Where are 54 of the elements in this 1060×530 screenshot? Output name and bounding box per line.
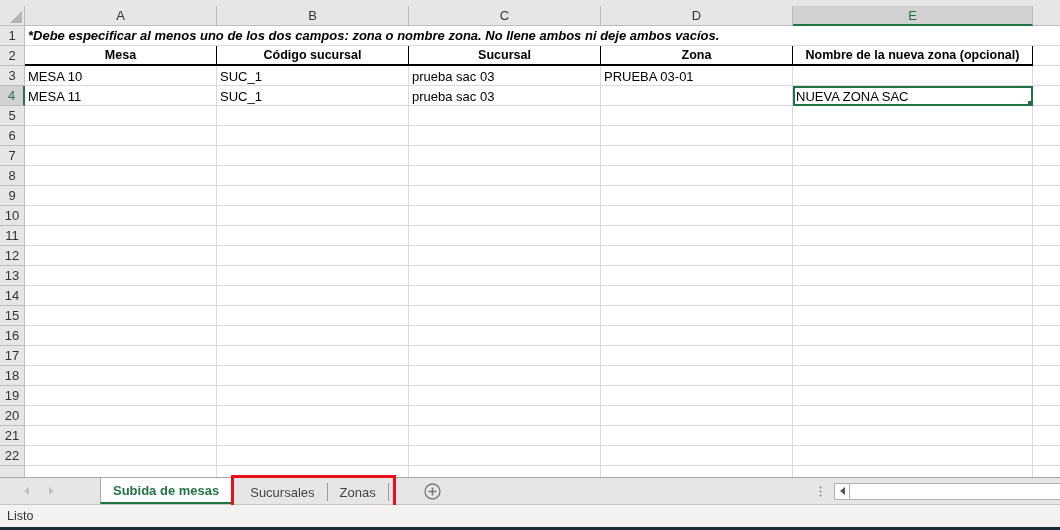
row-header[interactable]: 10 <box>0 206 25 226</box>
row-header[interactable]: 13 <box>0 266 25 286</box>
table-cell[interactable]: prueba sac 03 <box>409 86 601 106</box>
row-header[interactable]: 8 <box>0 166 25 186</box>
table-cell[interactable]: SUC_1 <box>217 66 409 86</box>
table-cell[interactable]: MESA 11 <box>25 86 217 106</box>
row-header[interactable]: 16 <box>0 326 25 346</box>
row-header[interactable]: 3 <box>0 66 25 86</box>
row-header[interactable]: 14 <box>0 286 25 306</box>
column-header[interactable]: E <box>793 6 1033 26</box>
row-header[interactable]: 18 <box>0 366 25 386</box>
select-all-corner[interactable] <box>0 6 25 26</box>
column-header[interactable]: D <box>601 6 793 26</box>
column-heading: Mesa <box>25 46 217 66</box>
active-cell[interactable]: NUEVA ZONA SAC <box>793 86 1033 106</box>
row-header[interactable]: 21 <box>0 426 25 446</box>
row-header[interactable]: 1 <box>0 26 25 46</box>
corner-triangle-icon <box>10 11 22 23</box>
row-header[interactable]: 6 <box>0 126 25 146</box>
instruction-note: *Debe especificar al menos uno de los dos campos: zona o nombre zona. No llene ambos ni deje ambos vacíos. <box>25 26 1033 46</box>
sheet-tab[interactable]: Subida de mesas <box>100 478 232 504</box>
status-text: Listo <box>7 509 34 523</box>
table-cell[interactable]: MESA 10 <box>25 66 217 86</box>
row-header[interactable]: 20 <box>0 406 25 426</box>
column-heading: Sucursal <box>409 46 601 66</box>
column-header[interactable]: A <box>25 6 217 26</box>
table-cell[interactable]: prueba sac 03 <box>409 66 601 86</box>
column-header[interactable]: C <box>409 6 601 26</box>
row-header[interactable]: 15 <box>0 306 25 326</box>
row-header[interactable]: 9 <box>0 186 25 206</box>
row-header[interactable]: 19 <box>0 386 25 406</box>
sheet-tab[interactable]: Sucursales <box>238 483 328 501</box>
row-header[interactable]: 22 <box>0 446 25 466</box>
row-header[interactable]: 7 <box>0 146 25 166</box>
row-header[interactable]: 5 <box>0 106 25 126</box>
next-sheet-icon[interactable] <box>49 487 54 495</box>
previous-sheet-icon[interactable] <box>24 487 29 495</box>
row-header[interactable]: 12 <box>0 246 25 266</box>
row-header[interactable]: 11 <box>0 226 25 246</box>
column-heading: Código sucursal <box>217 46 409 66</box>
fill-handle[interactable] <box>1028 101 1033 106</box>
horizontal-scrollbar[interactable] <box>834 482 1060 500</box>
column-heading: Zona <box>601 46 793 66</box>
scroll-left-icon[interactable] <box>839 487 845 495</box>
splitter-icon[interactable] <box>819 485 822 497</box>
row-header[interactable]: 2 <box>0 46 25 66</box>
row-header[interactable]: 4 <box>0 86 25 106</box>
table-cell[interactable]: PRUEBA 03-01 <box>601 66 793 86</box>
add-sheet-icon[interactable] <box>423 482 441 500</box>
column-header[interactable]: B <box>217 6 409 26</box>
column-heading: Nombre de la nueva zona (opcional) <box>793 46 1033 66</box>
sheet-tab[interactable]: Zonas <box>327 483 389 501</box>
table-cell[interactable]: SUC_1 <box>217 86 409 106</box>
row-header[interactable]: 17 <box>0 346 25 366</box>
